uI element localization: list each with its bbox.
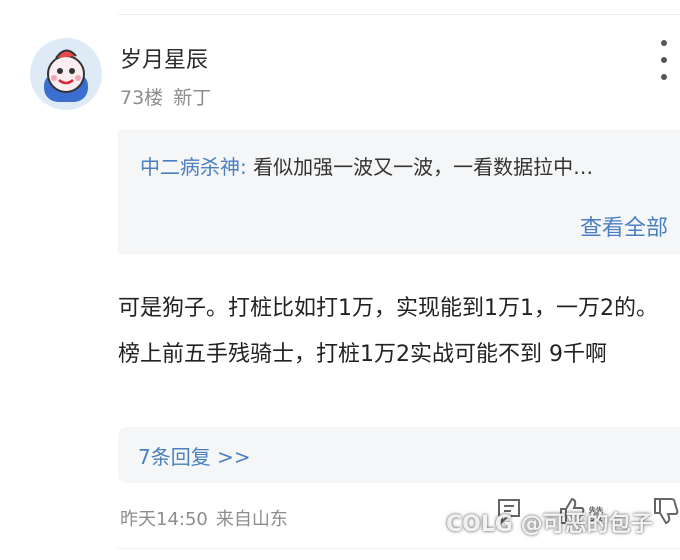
footer-meta: 昨天14:50 来自山东 [120,505,288,531]
more-options-icon[interactable] [651,40,677,80]
post-meta: 73楼 新丁 [120,83,211,110]
user-tag: 新丁 [173,87,212,109]
replies-panel[interactable]: 7条回复 >> [118,427,680,483]
like-icon[interactable] [558,496,586,526]
comment-text: 可是狗子。打桩比如打1万，实现能到1万1，一万2的。榜上前五手残骑士，打桩1万2… [118,296,658,367]
post-location: 来自山东 [215,509,288,530]
more-dot [661,57,667,63]
top-divider [118,14,680,15]
bottom-divider [118,548,680,549]
quote-author[interactable]: 中二病杀神: [140,155,247,179]
comment-icon[interactable] [496,496,522,526]
avatar[interactable] [30,38,102,110]
post-time: 昨天14:50 [120,509,208,530]
view-replies-link[interactable]: 7条回复 >> [138,441,251,470]
watermark: COLG @可恶的包子 [446,512,653,537]
username[interactable]: 岁月星辰 [120,42,208,74]
quote-line: 中二病杀神: 看似加强一波又一波，一看数据拉中… [140,152,670,182]
floor-number: 73楼 [120,87,164,109]
view-all-link[interactable]: 查看全部 [580,210,668,242]
avatar-cartoon-icon [30,38,102,110]
dislike-icon[interactable] [652,496,680,526]
more-dot [661,74,667,80]
more-dot [661,40,667,46]
like-label[interactable]: 赞 [588,501,604,525]
quote-text: 看似加强一波又一波，一看数据拉中… [246,155,594,179]
quoted-reply: 中二病杀神: 看似加强一波又一波，一看数据拉中… 查看全部 [118,130,680,254]
